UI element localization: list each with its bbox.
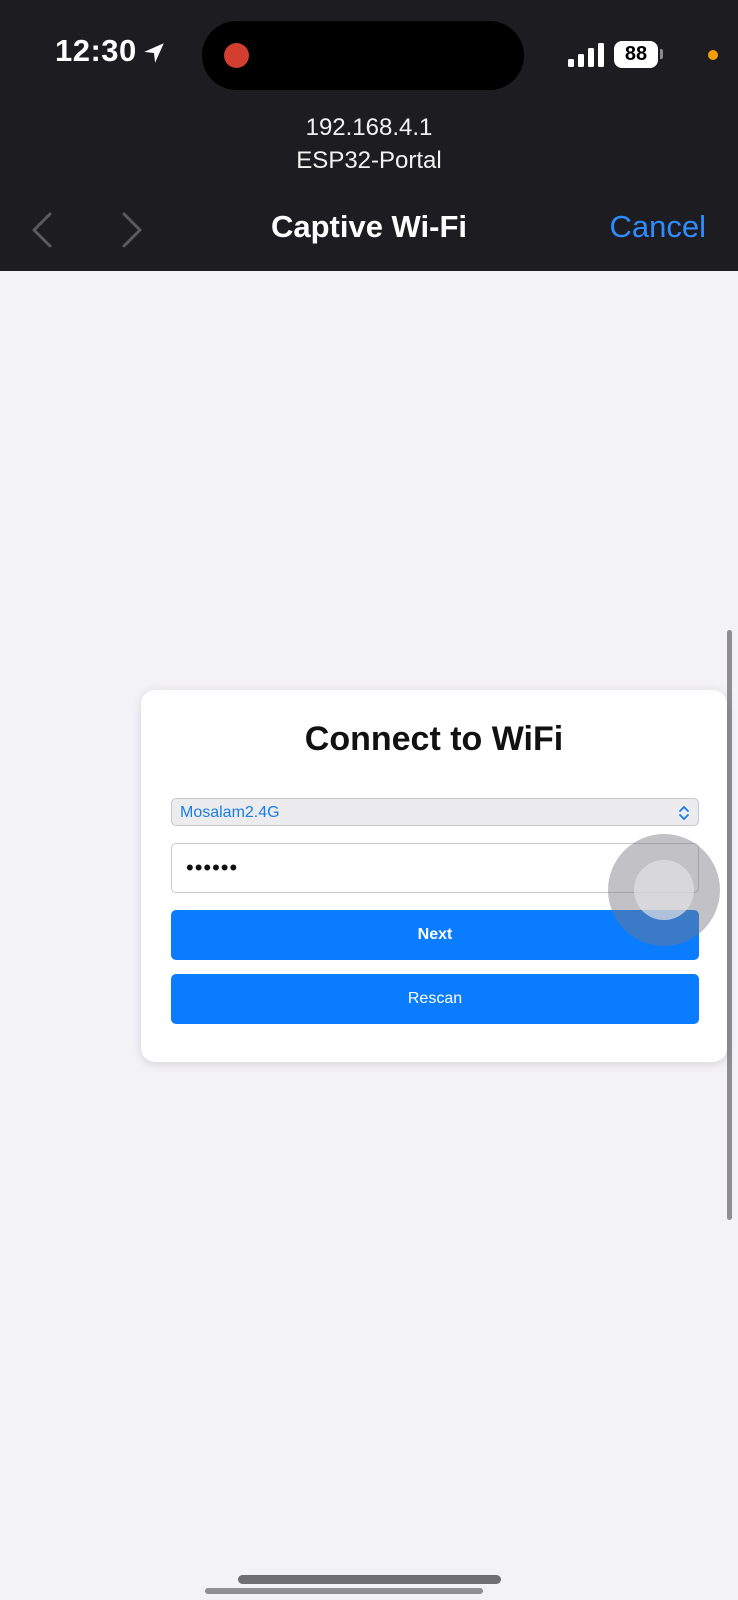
cellular-signal-icon — [568, 43, 604, 67]
location-arrow-icon — [144, 43, 164, 63]
chevron-up-down-icon — [679, 805, 689, 821]
privacy-indicator-icon — [708, 50, 718, 60]
dynamic-island — [202, 21, 524, 90]
home-indicator[interactable] — [238, 1575, 501, 1584]
status-time: 12:30 — [55, 33, 137, 68]
rescan-button[interactable]: Rescan — [171, 974, 699, 1024]
site-name: ESP32-Portal — [296, 147, 442, 174]
selected-network: Mosalam2.4G — [180, 804, 280, 821]
touch-indicator-core — [634, 860, 694, 920]
page-url: 192.168.4.1 — [305, 114, 433, 141]
cancel-button[interactable]: Cancel — [610, 209, 707, 245]
home-indicator-shadow — [205, 1588, 483, 1594]
scroll-indicator[interactable] — [727, 630, 732, 1220]
touch-indicator — [608, 834, 720, 946]
browser-header: 12:30 88 192.168.4.1 ESP32-Portal Captiv… — [0, 0, 738, 271]
card-heading: Connect to WiFi — [304, 720, 564, 758]
recording-indicator-icon — [224, 43, 249, 68]
battery-icon: 88 — [614, 41, 658, 68]
network-select[interactable]: Mosalam2.4G — [171, 798, 699, 826]
battery-tip — [660, 49, 663, 59]
